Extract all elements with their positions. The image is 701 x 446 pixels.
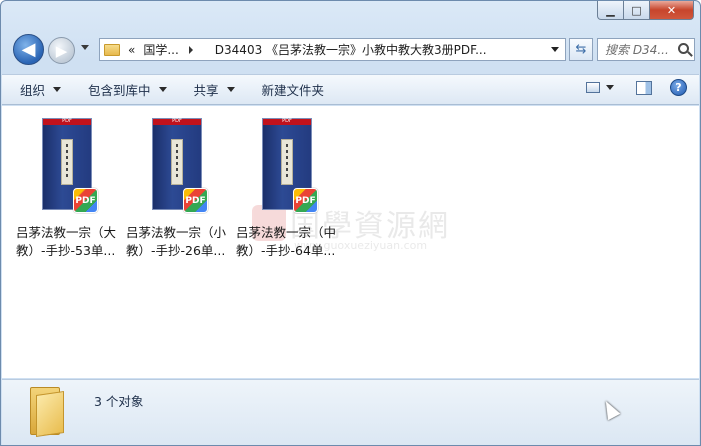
cover-band-label: PDF [172,118,182,124]
file-name: 吕茅法教一宗（小 教）-手抄-26单... [126,224,238,260]
item-count: 3 个对象 [94,394,144,409]
organize-label: 组织 [20,83,46,98]
folder-front [36,391,64,437]
file-name: 吕茅法教一宗（中 教）-手抄-64单... [236,224,348,260]
address-dropdown-icon[interactable] [551,47,559,52]
cover-title-strip [171,139,183,185]
recent-pages-dropdown[interactable] [81,45,89,50]
organize-button[interactable]: 组织 [11,78,70,102]
refresh-button[interactable]: ⇆ [569,38,593,61]
chevron-down-icon [158,87,167,92]
search-icon[interactable] [678,43,689,54]
cover-band-label: PDF [62,118,72,124]
file-name-line: 吕茅法教一宗（小 [126,225,227,240]
file-list-view[interactable]: 国學資源網 www.guoxueziyuan.com PDF PDF 吕茅法教一… [2,106,699,378]
new-folder-label: 新建文件夹 [261,83,325,98]
share-button[interactable]: 共享 [185,78,244,102]
details-pane: 3 个对象 [2,379,699,445]
command-bar: 组织 包含到库中 共享 新建文件夹 ? [2,74,699,105]
chevron-down-icon [53,87,62,92]
file-name-line: 教）-手抄-64单... [236,243,336,258]
forward-arrow-icon: ▶ [55,41,68,60]
close-button[interactable]: ✕ [650,1,694,20]
explorer-window: ▁ □ ✕ ◀ ▶ « 国学... D34403 《吕茅法教一宗》小教中教大教3… [0,0,701,446]
toolbar-right-group: ? [586,79,687,96]
address-bar[interactable]: « 国学... D34403 《吕茅法教一宗》小教中教大教3册PDF... [99,38,566,61]
help-icon[interactable]: ? [670,79,687,96]
preview-pane-icon[interactable] [636,80,652,95]
share-label: 共享 [193,83,219,98]
pdf-icon: PDF [183,188,208,213]
file-name-line: 吕茅法教一宗（大 [16,225,117,240]
breadcrumb-item[interactable]: 国学... [143,41,178,58]
search-input[interactable]: 搜索 D34... [597,38,695,61]
minimize-button[interactable]: ▁ [597,1,624,20]
forward-button[interactable]: ▶ [48,37,75,64]
refresh-icon: ⇆ [575,42,587,57]
file-name-line: 教）-手抄-53单... [16,243,116,258]
file-name-line: 教）-手抄-26单... [126,243,226,258]
folder-icon [30,387,64,437]
folder-icon [104,43,120,56]
pdf-icon: PDF [73,188,98,213]
maximize-button[interactable]: □ [624,1,650,20]
file-name-line: 吕茅法教一宗（中 [236,225,337,240]
cover-title-strip [281,139,293,185]
view-options-dropdown-icon[interactable] [606,85,614,90]
cover-title-strip [61,139,73,185]
back-button[interactable]: ◀ [13,34,44,65]
breadcrumb-overflow[interactable]: « [128,43,135,57]
file-name: 吕茅法教一宗（大 教）-手抄-53单... [16,224,128,260]
new-folder-button[interactable]: 新建文件夹 [253,78,334,102]
breadcrumb-separator-icon[interactable] [188,45,193,54]
back-arrow-icon: ◀ [21,39,36,60]
chevron-down-icon [226,87,235,92]
cover-band-label: PDF [282,118,292,124]
search-placeholder: 搜索 D34... [605,43,669,57]
caption-buttons: ▁ □ ✕ [597,1,694,20]
breadcrumb-current[interactable]: D34403 《吕茅法教一宗》小教中教大教3册PDF... [215,41,487,58]
include-library-label: 包含到库中 [88,83,151,98]
include-in-library-button[interactable]: 包含到库中 [79,78,176,102]
pdf-icon: PDF [293,188,318,213]
navigation-bar: ◀ ▶ « 国学... D34403 《吕茅法教一宗》小教中教大教3册PDF..… [9,31,699,69]
change-view-icon[interactable] [586,82,600,93]
